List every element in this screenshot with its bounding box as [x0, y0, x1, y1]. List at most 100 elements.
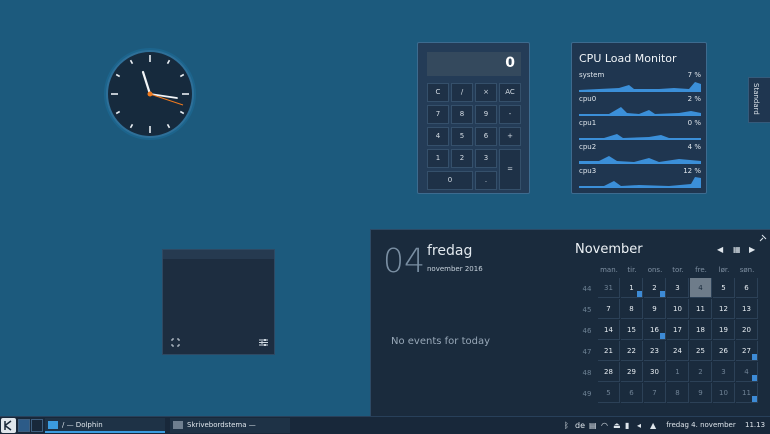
calendar-day-cell[interactable]: 8: [667, 383, 689, 403]
calendar-day-label: 1: [675, 368, 680, 376]
calendar-day-cell[interactable]: 2: [690, 362, 712, 382]
calc-button-clear[interactable]: C: [427, 83, 449, 102]
weekday-header: tor.: [672, 266, 684, 274]
calc-button-minus[interactable]: -: [499, 105, 521, 124]
calendar-day-cell[interactable]: 26: [713, 341, 735, 361]
cpu-row-value: 2 %: [687, 95, 701, 103]
calc-button-zero[interactable]: 0: [427, 171, 473, 190]
calendar-day-cell[interactable]: 2: [644, 278, 666, 298]
calendar-day-cell[interactable]: 18: [690, 320, 712, 340]
bluetooth-icon[interactable]: ᛒ: [564, 419, 569, 432]
standard-side-tab[interactable]: Standard: [748, 77, 770, 123]
calendar-day-cell[interactable]: 20: [736, 320, 758, 340]
cpu-load-graph: [579, 156, 701, 164]
calendar-day-cell[interactable]: 16: [644, 320, 666, 340]
calc-button-six[interactable]: 6: [475, 127, 497, 146]
calc-button-seven[interactable]: 7: [427, 105, 449, 124]
calendar-day-cell[interactable]: 6: [736, 278, 758, 298]
taskbar-clock[interactable]: 11.13: [745, 419, 767, 432]
pin-icon[interactable]: [759, 234, 767, 242]
calendar-day-label: 6: [744, 284, 749, 292]
calendar-day-cell[interactable]: 10: [713, 383, 735, 403]
network-icon[interactable]: ◠: [601, 419, 608, 432]
today-calendar-icon[interactable]: ▦: [733, 245, 741, 254]
calendar-day-cell[interactable]: 19: [713, 320, 735, 340]
calendar-day-cell[interactable]: 25: [690, 341, 712, 361]
calendar-day-cell[interactable]: 4: [690, 278, 712, 298]
task-system-settings[interactable]: Skrivebordstema — Systeminnstil...: [170, 418, 290, 433]
format-text-icon[interactable]: [171, 338, 180, 347]
clipboard-icon[interactable]: ▤: [589, 419, 597, 432]
previous-month-icon[interactable]: ◀: [717, 245, 723, 254]
cpu-load-graph: [579, 82, 701, 92]
notes-header: [163, 250, 274, 259]
calc-button-plus[interactable]: +: [499, 127, 521, 146]
calendar-day-cell[interactable]: 6: [621, 383, 643, 403]
next-month-icon[interactable]: ▶: [749, 245, 755, 254]
calendar-day-cell[interactable]: 13: [736, 299, 758, 319]
calendar-day-cell[interactable]: 1: [621, 278, 643, 298]
calendar-day-cell[interactable]: 7: [598, 299, 620, 319]
calendar-day-cell[interactable]: 14: [598, 320, 620, 340]
calendar-day-cell[interactable]: 4: [736, 362, 758, 382]
weekday-header: man.: [600, 266, 618, 274]
calendar-day-cell[interactable]: 11: [690, 299, 712, 319]
calc-button-divide[interactable]: /: [451, 83, 473, 102]
calendar-day-cell[interactable]: 27: [736, 341, 758, 361]
calendar-day-cell[interactable]: 22: [621, 341, 643, 361]
calc-button-four[interactable]: 4: [427, 127, 449, 146]
calc-button-equals[interactable]: =: [499, 149, 521, 190]
virtual-desktop-2[interactable]: [31, 419, 43, 432]
calc-button-one[interactable]: 1: [427, 149, 449, 168]
calendar-day-cell[interactable]: 5: [713, 278, 735, 298]
calendar-day-cell[interactable]: 9: [690, 383, 712, 403]
calc-button-all-clear[interactable]: AC: [499, 83, 521, 102]
show-hidden-icons-arrow[interactable]: ▲: [650, 419, 656, 432]
calendar-day-cell[interactable]: 17: [667, 320, 689, 340]
calendar-month-title[interactable]: November: [575, 242, 643, 257]
task-dolphin[interactable]: / — Dolphin: [45, 418, 165, 433]
calendar-day-cell[interactable]: 31: [598, 278, 620, 298]
calendar-day-cell[interactable]: 8: [621, 299, 643, 319]
calendar-day-label: 10: [673, 305, 682, 313]
calendar-day-cell[interactable]: 3: [667, 278, 689, 298]
calendar-day-cell[interactable]: 11: [736, 383, 758, 403]
calc-button-five[interactable]: 5: [451, 127, 473, 146]
calendar-day-cell[interactable]: 28: [598, 362, 620, 382]
calendar-day-cell[interactable]: 29: [621, 362, 643, 382]
calendar-day-cell[interactable]: 23: [644, 341, 666, 361]
calendar-day-cell[interactable]: 21: [598, 341, 620, 361]
calendar-day-cell[interactable]: 10: [667, 299, 689, 319]
calendar-day-cell[interactable]: 30: [644, 362, 666, 382]
calendar-month-year: november 2016: [427, 265, 483, 273]
volume-icon[interactable]: ◂: [637, 419, 641, 432]
battery-icon[interactable]: ▮: [625, 419, 629, 432]
calendar-day-label: 8: [675, 389, 680, 397]
device-notifier-icon[interactable]: ⏏: [613, 419, 621, 432]
notes-widget[interactable]: [162, 249, 275, 355]
application-launcher-button[interactable]: [1, 418, 16, 433]
calendar-day-cell[interactable]: 9: [644, 299, 666, 319]
cpu-load-graph: [579, 107, 701, 116]
calendar-day-cell[interactable]: 5: [598, 383, 620, 403]
calendar-day-cell[interactable]: 7: [644, 383, 666, 403]
calendar-day-cell[interactable]: 24: [667, 341, 689, 361]
calc-button-decimal[interactable]: .: [475, 171, 497, 190]
calc-button-multiply[interactable]: ×: [475, 83, 497, 102]
settings-sliders-icon[interactable]: [259, 338, 268, 347]
calc-button-eight[interactable]: 8: [451, 105, 473, 124]
calc-button-nine[interactable]: 9: [475, 105, 497, 124]
keyboard-layout-indicator[interactable]: de: [575, 419, 585, 432]
calendar-day-label: 11: [696, 305, 705, 313]
weekday-header: søn.: [739, 266, 755, 274]
calendar-day-label: 7: [606, 305, 611, 313]
calendar-day-cell[interactable]: 15: [621, 320, 643, 340]
calc-button-two[interactable]: 2: [451, 149, 473, 168]
analog-clock[interactable]: [103, 47, 197, 141]
calendar-day-cell[interactable]: 3: [713, 362, 735, 382]
calendar-day-cell[interactable]: 1: [667, 362, 689, 382]
taskbar-date[interactable]: fredag 4. november 2016: [662, 419, 740, 434]
calendar-day-cell[interactable]: 12: [713, 299, 735, 319]
virtual-desktop-1[interactable]: [18, 419, 30, 432]
calc-button-three[interactable]: 3: [475, 149, 497, 168]
